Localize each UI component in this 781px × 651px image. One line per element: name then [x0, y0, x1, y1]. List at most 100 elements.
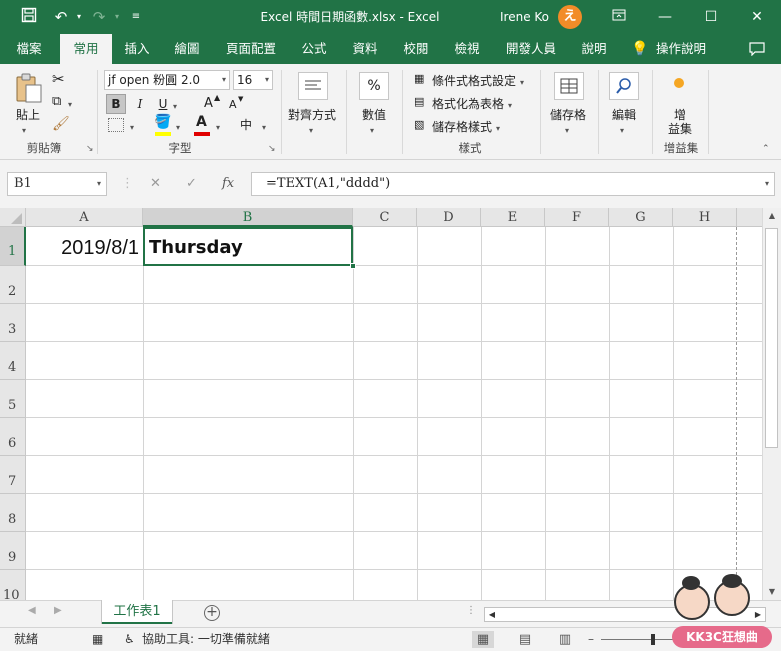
macro-record-icon[interactable]: ▦ — [92, 628, 103, 651]
cell-styles-dropdown-icon[interactable]: ▾ — [496, 124, 500, 133]
column-header-c[interactable]: C — [353, 208, 417, 227]
tab-draw[interactable]: 繪圖 — [166, 34, 208, 64]
underline-dropdown-icon[interactable]: ▾ — [173, 102, 177, 111]
add-sheet-button[interactable]: + — [204, 605, 220, 621]
font-size-select[interactable]: 16 ▾ — [233, 70, 273, 90]
name-box[interactable]: B1 ▾ — [7, 172, 107, 196]
format-table-dropdown-icon[interactable]: ▾ — [508, 101, 512, 110]
accessibility-icon[interactable]: ♿ — [124, 628, 135, 651]
maximize-button[interactable]: ☐ — [688, 0, 734, 34]
column-header-a[interactable]: A — [26, 208, 143, 227]
row-header-7[interactable]: 7 — [0, 456, 26, 494]
zoom-out-icon[interactable]: – — [588, 628, 594, 651]
row-header-10[interactable]: 10 — [0, 570, 26, 600]
alignment-dropdown-icon[interactable]: ▾ — [309, 126, 313, 135]
conditional-dropdown-icon[interactable]: ▾ — [520, 78, 524, 87]
row-header-1[interactable]: 1 — [0, 227, 26, 266]
alignment-button[interactable]: 對齊方式 — [288, 106, 336, 123]
tab-home[interactable]: 常用 — [60, 34, 112, 65]
vertical-scrollbar[interactable]: ▲ ▼ — [762, 208, 781, 600]
close-button[interactable]: ✕ — [734, 0, 780, 34]
tab-split-handle-icon[interactable]: ⋮ — [466, 605, 476, 616]
search-icon[interactable] — [609, 72, 639, 100]
number-format-button[interactable]: 數值 — [362, 106, 386, 123]
tab-page-layout[interactable]: 頁面配置 — [220, 34, 282, 64]
percent-icon[interactable]: % — [359, 72, 389, 100]
lightbulb-icon[interactable]: 💡 — [630, 34, 650, 64]
cells-icon[interactable] — [554, 72, 584, 100]
tab-review[interactable]: 校閱 — [395, 34, 437, 64]
fill-color-dropdown-icon[interactable]: ▾ — [176, 123, 180, 132]
add-ins-icon[interactable] — [674, 78, 684, 88]
tab-help[interactable]: 說明 — [574, 34, 614, 64]
cancel-icon[interactable]: ✕ — [150, 172, 161, 196]
select-all-button[interactable] — [0, 208, 26, 227]
phonetic-dropdown-icon[interactable]: ▾ — [262, 123, 266, 132]
add-ins-label-2[interactable]: 益集 — [668, 120, 692, 137]
expand-formula-bar-icon[interactable]: ▾ — [765, 173, 769, 195]
enter-icon[interactable]: ✓ — [186, 172, 197, 196]
borders-icon[interactable] — [108, 118, 124, 132]
format-painter-icon[interactable]: 🖌 — [52, 116, 70, 132]
column-header-d[interactable]: D — [417, 208, 481, 227]
font-launcher-icon[interactable]: ↘ — [268, 144, 276, 154]
chevron-down-icon[interactable]: ▾ — [97, 173, 101, 195]
paste-dropdown-icon[interactable]: ▾ — [22, 126, 26, 135]
worksheet-grid[interactable]: A B C D E F G H 1 2 3 4 5 6 7 8 9 10 201… — [0, 208, 762, 600]
format-as-table-button[interactable]: 格式化為表格 — [432, 95, 504, 112]
minimize-button[interactable]: — — [642, 0, 688, 34]
cut-icon[interactable]: ✂ — [52, 70, 65, 88]
editing-dropdown-icon[interactable]: ▾ — [620, 126, 624, 135]
row-header-8[interactable]: 8 — [0, 494, 26, 532]
conditional-formatting-button[interactable]: 條件式格式設定 — [432, 72, 516, 89]
tab-data[interactable]: 資料 — [344, 34, 386, 64]
font-name-select[interactable]: jf open 粉圓 2.0 ▾ — [104, 70, 230, 90]
row-header-3[interactable]: 3 — [0, 304, 26, 342]
normal-view-button[interactable]: ▦ — [472, 631, 494, 648]
vertical-scroll-thumb[interactable] — [765, 228, 778, 448]
scroll-up-icon[interactable]: ▲ — [763, 208, 781, 224]
customize-quick-access-icon[interactable]: ≡ — [125, 7, 147, 27]
italic-button[interactable]: I — [132, 94, 148, 114]
page-break-preview-button[interactable]: ▥ — [554, 631, 576, 648]
tab-insert[interactable]: 插入 — [116, 34, 158, 64]
save-icon[interactable] — [18, 7, 40, 27]
font-color-button[interactable]: A — [196, 114, 207, 130]
paste-button[interactable]: 貼上 — [16, 106, 40, 123]
number-dropdown-icon[interactable]: ▾ — [370, 126, 374, 135]
decrease-font-size-button[interactable]: A — [229, 98, 237, 111]
undo-dropdown-icon[interactable]: ▾ — [68, 7, 90, 27]
paste-icon[interactable] — [14, 72, 46, 104]
increase-font-size-button[interactable]: A — [204, 96, 213, 111]
editing-button[interactable]: 編輯 — [612, 106, 636, 123]
borders-dropdown-icon[interactable]: ▾ — [130, 123, 134, 132]
cell-styles-button[interactable]: 儲存格樣式 — [432, 118, 492, 135]
copy-icon[interactable]: ⧉ — [52, 94, 61, 109]
avatar[interactable]: え — [558, 5, 582, 29]
tab-view[interactable]: 檢視 — [446, 34, 488, 64]
zoom-slider-knob[interactable] — [651, 634, 655, 645]
row-header-4[interactable]: 4 — [0, 342, 26, 380]
scroll-left-icon[interactable]: ◀ — [485, 608, 499, 621]
tab-formulas[interactable]: 公式 — [294, 34, 334, 64]
alignment-icon[interactable] — [298, 72, 328, 100]
cell-b1[interactable]: Thursday — [143, 227, 353, 266]
column-header-f[interactable]: F — [545, 208, 609, 227]
page-layout-view-button[interactable]: ▤ — [514, 631, 536, 648]
row-header-6[interactable]: 6 — [0, 418, 26, 456]
column-header-i[interactable] — [737, 208, 762, 227]
font-color-dropdown-icon[interactable]: ▾ — [216, 123, 220, 132]
column-header-g[interactable]: G — [609, 208, 673, 227]
column-header-b[interactable]: B — [143, 208, 353, 227]
cells-button[interactable]: 儲存格 — [550, 106, 586, 123]
user-name[interactable]: Irene Ko — [500, 0, 549, 34]
underline-button[interactable]: U — [155, 94, 171, 114]
column-header-e[interactable]: E — [481, 208, 545, 227]
next-sheet-icon[interactable]: ▶ — [54, 605, 62, 616]
previous-sheet-icon[interactable]: ◀ — [28, 605, 36, 616]
sheet-tab-1[interactable]: 工作表1 — [102, 600, 172, 624]
fill-color-icon[interactable]: 🪣 — [154, 114, 171, 130]
column-header-h[interactable]: H — [673, 208, 737, 227]
bold-button[interactable]: B — [106, 94, 126, 114]
formula-input[interactable]: =TEXT(A1,"dddd") ▾ — [251, 172, 775, 196]
